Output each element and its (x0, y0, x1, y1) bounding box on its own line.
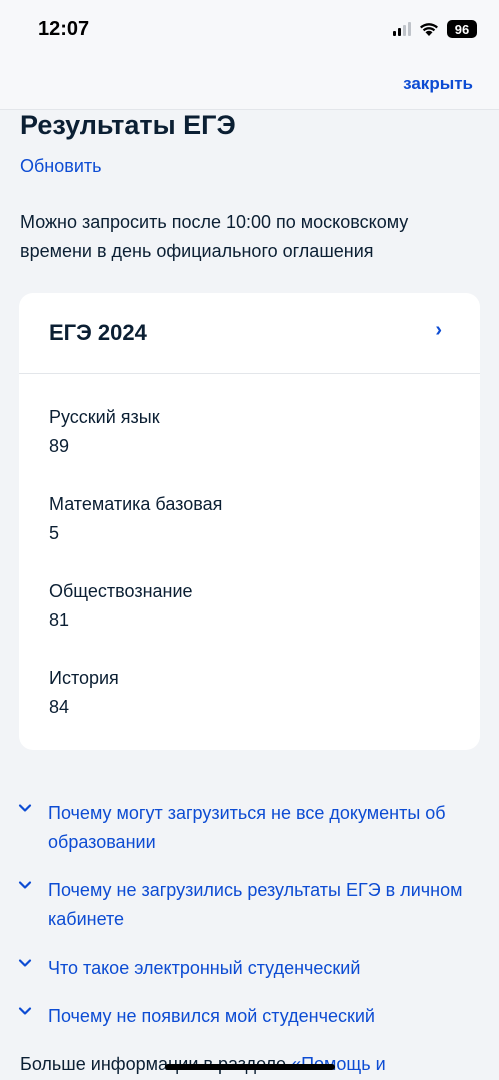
subject-item: Обществознание 81 (49, 581, 193, 631)
chevron-down-icon (18, 881, 32, 889)
faq-item[interactable]: Что такое электронный студенческий (18, 954, 480, 983)
top-bar: закрыть (0, 62, 499, 110)
faq-question: Почему не загрузились результаты ЕГЭ в л… (48, 880, 463, 929)
chevron-down-icon (18, 959, 32, 967)
battery-indicator: 96 (447, 20, 477, 38)
page-title: Результаты ЕГЭ (20, 110, 236, 140)
close-button[interactable]: закрыть (403, 74, 473, 94)
subject-score: 5 (49, 523, 60, 543)
status-icons: 96 (393, 20, 477, 38)
chevron-right-icon: › (435, 319, 442, 341)
refresh-link[interactable]: Обновить (20, 156, 102, 177)
subject-item: История 84 (49, 668, 119, 718)
subject-score: 89 (49, 436, 70, 456)
subject-item: Русский язык 89 (49, 407, 160, 457)
faq-question: Почему могут загрузиться не все документ… (48, 803, 446, 852)
subject-name: Обществознание (49, 581, 193, 601)
faq-item[interactable]: Почему могут загрузиться не все документ… (18, 799, 480, 857)
chevron-down-icon (18, 804, 32, 812)
wifi-icon (420, 22, 438, 36)
subject-score: 84 (49, 697, 70, 717)
home-indicator[interactable] (165, 1064, 335, 1070)
info-text: Можно запросить после 10:00 по московско… (20, 212, 409, 261)
faq-question: Почему не появился мой студенческий (48, 1006, 375, 1026)
subject-item: Математика базовая 5 (49, 494, 222, 544)
card-header-ege-2024[interactable]: ЕГЭ 2024 › (19, 293, 480, 374)
subject-name: Русский язык (49, 407, 160, 427)
subject-name: История (49, 668, 119, 688)
faq-item[interactable]: Почему не появился мой студенческий (18, 1002, 480, 1031)
subject-score: 81 (49, 610, 70, 630)
status-time: 12:07 (38, 18, 90, 40)
faq-question: Что такое электронный студенческий (48, 958, 361, 978)
status-bar: 12:07 96 (0, 0, 499, 62)
cellular-signal-icon (393, 22, 411, 36)
faq-item[interactable]: Почему не загрузились результаты ЕГЭ в л… (18, 876, 480, 934)
subject-name: Математика базовая (49, 494, 223, 514)
results-card: ЕГЭ 2024 › Русский язык 89 Математика ба… (19, 293, 480, 750)
card-title: ЕГЭ 2024 (49, 320, 147, 345)
chevron-down-icon (18, 1007, 32, 1015)
